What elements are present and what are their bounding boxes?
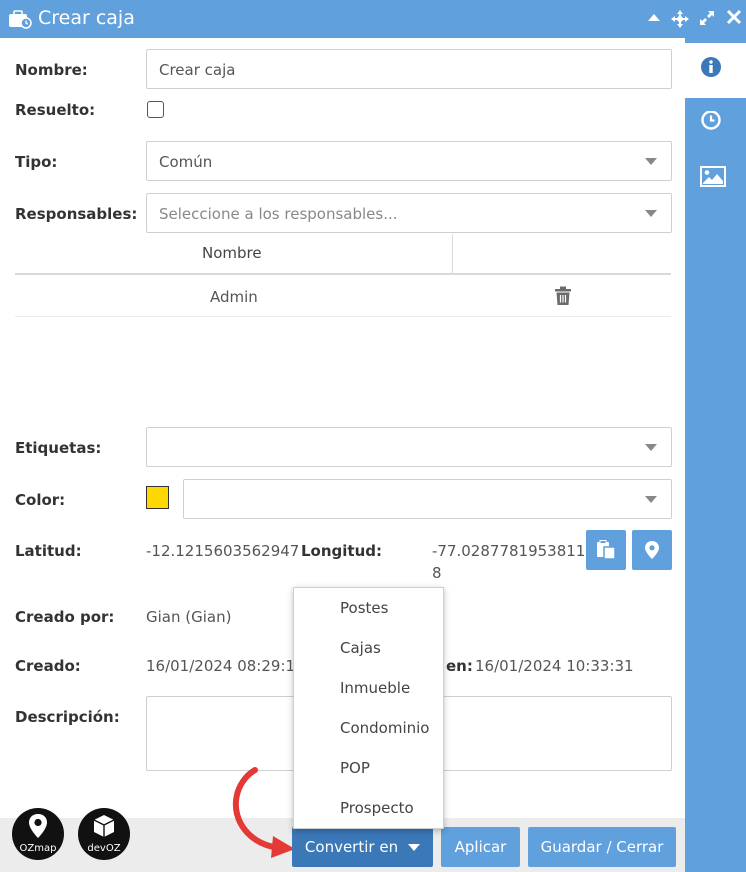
longitud-label: Longitud: (301, 542, 383, 560)
paste-coordinates-button[interactable] (586, 530, 626, 570)
tab-images[interactable] (685, 153, 746, 208)
aplicar-button[interactable]: Aplicar (441, 827, 520, 867)
move-icon[interactable] (670, 9, 689, 28)
table-row-line (15, 316, 671, 317)
nombre-label: Nombre: (15, 61, 88, 79)
convertir-en-label: Convertir en (304, 838, 399, 856)
chevron-down-icon (645, 444, 657, 451)
menu-item-prospecto[interactable]: Prospecto (294, 788, 443, 828)
tab-history[interactable] (685, 98, 746, 153)
tipo-value: Común (159, 153, 213, 171)
column-header-nombre: Nombre (202, 244, 262, 262)
image-icon (700, 166, 726, 187)
window-titlebar: Crear caja (0, 0, 746, 38)
column-divider (452, 234, 453, 274)
nombre-value: Crear caja (159, 61, 236, 79)
nombre-input[interactable]: Crear caja (146, 49, 672, 89)
modificado-label: en: (446, 657, 473, 675)
menu-item-postes[interactable]: Postes (294, 588, 443, 628)
convertir-en-menu: Postes Cajas Inmueble Condominio POP Pro… (293, 587, 444, 829)
collapse-icon[interactable] (645, 9, 663, 27)
longitud-value-wrap: 8 (432, 564, 442, 582)
color-swatch[interactable] (146, 486, 169, 509)
chevron-down-icon (645, 158, 657, 165)
tipo-select[interactable]: Común (146, 141, 672, 181)
tipo-label: Tipo: (15, 153, 58, 171)
table-header-line (15, 273, 671, 275)
window-title: Crear caja (38, 7, 135, 29)
clock-icon (701, 111, 721, 130)
locate-on-map-button[interactable] (632, 530, 672, 570)
devoz-logo-text: devOZ (87, 843, 121, 854)
etiquetas-label: Etiquetas: (15, 439, 102, 457)
info-icon (701, 57, 721, 77)
latitud-label: Latitud: (15, 542, 82, 560)
tab-info[interactable] (685, 43, 746, 98)
form-panel: Nombre: Crear caja Resuelto: Tipo: Común… (0, 38, 685, 872)
responsables-placeholder: Seleccione a los responsables... (159, 205, 398, 223)
aplicar-label: Aplicar (454, 838, 507, 856)
creado-por-label: Creado por: (15, 608, 115, 626)
color-select[interactable] (183, 479, 672, 519)
menu-item-condominio[interactable]: Condominio (294, 708, 443, 748)
chevron-down-icon (645, 210, 657, 217)
descripcion-label: Descripción: (15, 708, 120, 726)
sidebar-tabs (685, 38, 746, 872)
chevron-down-icon (645, 496, 657, 503)
longitud-value: -77.0287781953811 (432, 542, 586, 560)
menu-item-pop[interactable]: POP (294, 748, 443, 788)
color-label: Color: (15, 491, 66, 509)
toolbox-icon (8, 9, 32, 29)
responsables-select[interactable]: Seleccione a los responsables... (146, 193, 672, 233)
modificado-value: 16/01/2024 10:33:31 (475, 657, 634, 675)
menu-item-inmueble[interactable]: Inmueble (294, 668, 443, 708)
guardar-cerrar-label: Guardar / Cerrar (540, 838, 664, 856)
ozmap-logo-text: OZmap (19, 843, 57, 854)
resuelto-checkbox[interactable] (147, 101, 164, 118)
close-icon[interactable] (726, 9, 744, 27)
expand-icon[interactable] (698, 9, 716, 27)
creado-value: 16/01/2024 08:29:16 (146, 657, 305, 675)
trash-icon[interactable] (554, 286, 572, 310)
responsables-label: Responsables: (15, 205, 138, 223)
caret-down-icon (408, 844, 421, 851)
devoz-logo: devOZ (78, 808, 130, 860)
paste-icon (597, 540, 616, 560)
latitud-value: -12.1215603562947 (146, 542, 300, 560)
creado-por-value: Gian (Gian) (146, 608, 232, 626)
etiquetas-select[interactable] (146, 427, 672, 467)
row-nombre: Admin (210, 288, 258, 306)
map-marker-icon (645, 541, 659, 559)
annotation-arrow-icon (233, 767, 295, 858)
convertir-en-button[interactable]: Convertir en (292, 827, 433, 867)
ozmap-logo: OZmap (12, 808, 64, 860)
resuelto-label: Resuelto: (15, 101, 96, 119)
creado-label: Creado: (15, 657, 81, 675)
guardar-cerrar-button[interactable]: Guardar / Cerrar (528, 827, 676, 867)
menu-item-cajas[interactable]: Cajas (294, 628, 443, 668)
